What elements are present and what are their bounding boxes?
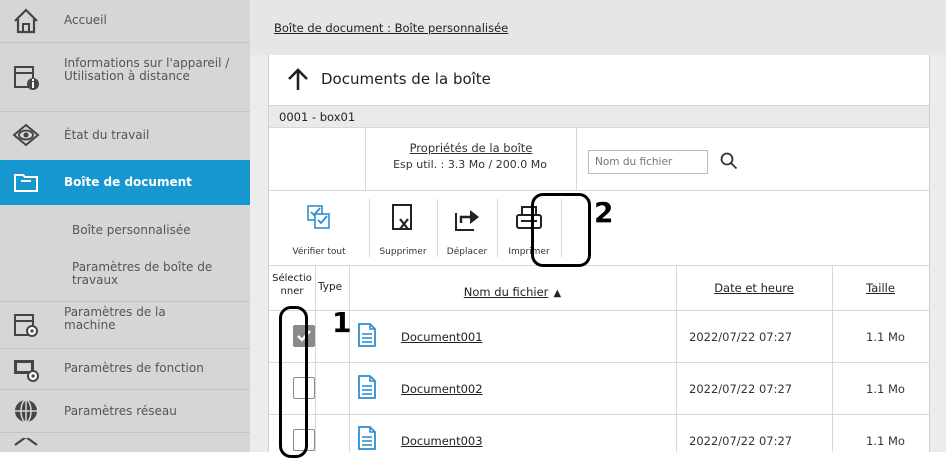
sidebar-item-custom-box[interactable]: Boîte personnalisée — [0, 205, 250, 255]
sidebar-item-machine-settings[interactable]: Paramètres de la machine — [0, 302, 250, 348]
back-arrow-icon[interactable] — [287, 68, 309, 96]
breadcrumb-bar: Boîte de document : Boîte personnalisée — [250, 0, 946, 55]
storage-usage: Esp util. : 3.3 Mo / 200.0 Mo — [393, 158, 547, 171]
document-icon — [357, 374, 377, 404]
right-margin — [928, 55, 946, 452]
callout-2-outline — [531, 193, 591, 267]
security-icon — [12, 438, 40, 452]
column-header-name-wrap[interactable]: Nom du fichier ▲ — [349, 281, 676, 300]
sidebar-item-label: État du travail — [64, 128, 150, 142]
sidebar-item-label: Paramètres réseau — [64, 404, 177, 418]
check-all-icon — [307, 205, 331, 233]
divider — [0, 432, 250, 433]
sort-ascending-icon: ▲ — [553, 288, 562, 299]
table-header: Sélectionner Type Nom du fichier ▲ Date … — [269, 266, 929, 311]
sidebar-item-label: Accueil — [64, 13, 107, 27]
column-header-name: Nom du fichier — [463, 285, 549, 299]
file-name-link[interactable]: Document002 — [401, 382, 483, 396]
callout-1-number: 1 — [332, 306, 352, 339]
properties-row: Propriétés de la boîte Esp util. : 3.3 M… — [269, 128, 929, 191]
column-header-date[interactable]: Date et heure — [676, 281, 832, 295]
check-all-button[interactable]: Vérifier tout — [269, 191, 369, 265]
folder-icon — [12, 168, 40, 196]
sidebar-item-label: Paramètres de fonction — [64, 361, 204, 375]
divider — [365, 128, 366, 190]
file-date: 2022/07/22 07:27 — [689, 330, 793, 344]
sidebar: Accueil Informations sur l'appareil / Ut… — [0, 0, 250, 452]
divider — [315, 363, 316, 414]
sidebar-item-label: Boîte personnalisée — [72, 223, 191, 237]
left-margin — [250, 55, 268, 452]
sidebar-item-document-box[interactable]: Boîte de document — [0, 160, 250, 205]
sidebar-item-label: Paramètres de la machine — [64, 305, 166, 332]
divider — [315, 415, 316, 452]
globe-icon — [12, 397, 40, 425]
column-header-select: Sélectionner — [272, 273, 312, 297]
divider — [676, 311, 677, 362]
divider — [576, 128, 577, 190]
document-icon — [357, 425, 377, 455]
move-icon — [452, 203, 482, 237]
sidebar-item-accueil[interactable]: Accueil — [0, 0, 250, 42]
sidebar-item-network-settings[interactable]: Paramètres réseau — [0, 390, 250, 432]
home-icon — [12, 7, 40, 35]
device-info-icon — [12, 63, 40, 91]
delete-button[interactable]: Supprimer — [369, 191, 437, 265]
function-settings-icon — [12, 355, 40, 383]
divider — [832, 363, 833, 414]
file-date: 2022/07/22 07:27 — [689, 382, 793, 396]
search-icon[interactable] — [720, 152, 738, 174]
check-all-label: Vérifier tout — [292, 247, 346, 257]
filename-search-input[interactable] — [588, 150, 708, 174]
machine-settings-icon — [12, 311, 40, 339]
box-id: 0001 - box01 — [279, 110, 356, 124]
sidebar-item-label: Boîte de document — [64, 175, 192, 189]
sidebar-item-label: Informations sur l'appareil / Utilisatio… — [64, 56, 230, 83]
sidebar-item-device-info[interactable]: Informations sur l'appareil / Utilisatio… — [0, 43, 250, 111]
box-id-row: 0001 - box01 — [269, 106, 929, 128]
column-header-size[interactable]: Taille — [832, 281, 929, 295]
move-button[interactable]: Déplacer — [437, 191, 497, 265]
callout-2-number: 2 — [594, 196, 614, 229]
file-size: 1.1 Mo — [866, 330, 905, 344]
sidebar-item-job-box-settings[interactable]: Paramètres de boîte de travaux — [0, 255, 250, 301]
panel-header: Documents de la boîte — [269, 55, 929, 106]
page-title: Documents de la boîte — [321, 70, 491, 88]
sidebar-item-function-settings[interactable]: Paramètres de fonction — [0, 349, 250, 389]
divider — [676, 415, 677, 452]
file-size: 1.1 Mo — [866, 434, 905, 448]
sidebar-item-job-status[interactable]: État du travail — [0, 112, 250, 160]
file-name-link[interactable]: Document003 — [401, 434, 483, 448]
documents-panel: Documents de la boîte 0001 - box01 Propr… — [268, 55, 930, 452]
file-name-link[interactable]: Document001 — [401, 330, 483, 344]
breadcrumb[interactable]: Boîte de document : Boîte personnalisée — [274, 21, 508, 35]
callout-1-outline — [279, 306, 308, 458]
delete-label: Supprimer — [379, 247, 427, 257]
sidebar-item-label: Paramètres de boîte de travaux — [72, 260, 213, 287]
divider — [832, 311, 833, 362]
eye-icon — [12, 121, 40, 149]
divider — [349, 363, 350, 414]
table-row[interactable]: Document002 2022/07/22 07:27 1.1 Mo — [269, 363, 929, 415]
move-label: Déplacer — [446, 247, 488, 257]
table-row[interactable]: Document001 2022/07/22 07:27 1.1 Mo — [269, 311, 929, 363]
document-icon — [357, 322, 377, 352]
divider — [349, 415, 350, 452]
divider — [315, 311, 316, 362]
column-header-type: Type — [318, 281, 343, 293]
table-row[interactable]: Document003 2022/07/22 07:27 1.1 Mo — [269, 415, 929, 466]
file-date: 2022/07/22 07:27 — [689, 434, 793, 448]
file-size: 1.1 Mo — [866, 382, 905, 396]
divider — [676, 363, 677, 414]
delete-icon — [391, 203, 415, 237]
divider — [315, 266, 316, 310]
box-properties-link[interactable]: Propriétés de la boîte — [379, 141, 563, 155]
divider — [832, 415, 833, 452]
